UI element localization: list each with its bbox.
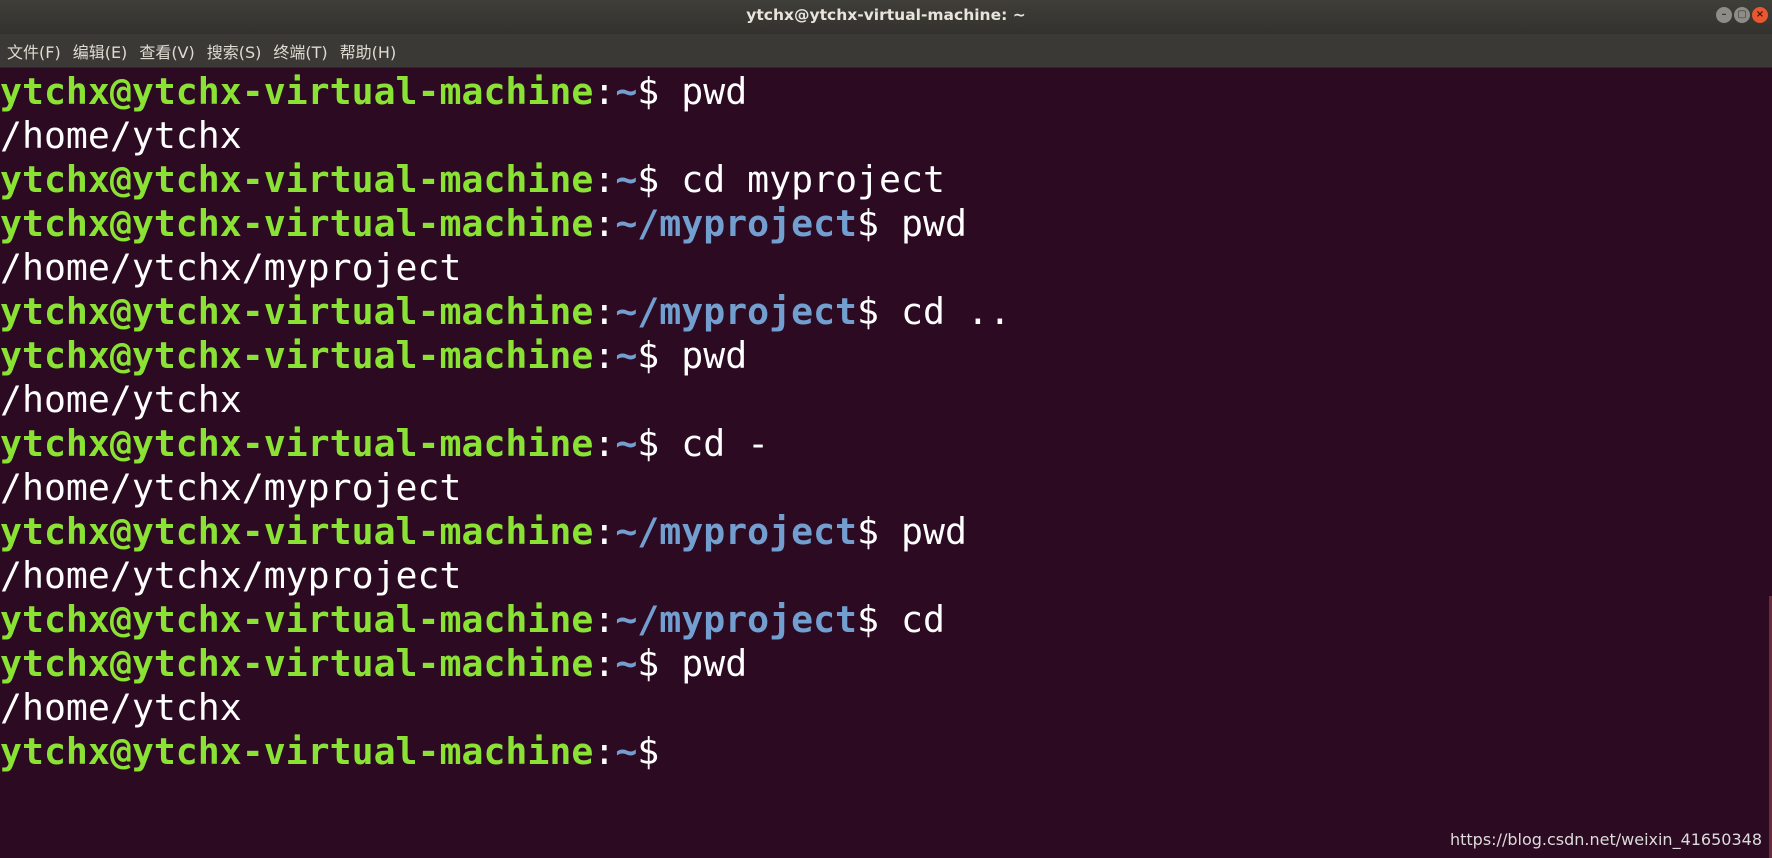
- prompt-line: ytchx@ytchx-virtual-machine:~$ pwd: [0, 642, 1772, 686]
- prompt-dollar: $: [637, 642, 682, 685]
- prompt-user-host: ytchx@ytchx-virtual-machine: [0, 334, 594, 377]
- menu-help[interactable]: 帮助(H): [340, 39, 397, 63]
- output-line: /home/ytchx: [0, 114, 242, 157]
- prompt-colon: :: [593, 70, 616, 113]
- command-text: pwd: [681, 334, 748, 377]
- prompt-dollar: $: [857, 290, 901, 333]
- prompt-line: ytchx@ytchx-virtual-machine:~$ cd -: [0, 422, 1772, 466]
- prompt-user-host: ytchx@ytchx-virtual-machine: [0, 290, 594, 333]
- prompt-user-host: ytchx@ytchx-virtual-machine: [0, 158, 594, 201]
- menu-bar: 文件(F) 编辑(E) 查看(V) 搜索(S) 终端(T) 帮助(H): [0, 34, 1772, 68]
- prompt-user-host: ytchx@ytchx-virtual-machine: [0, 422, 594, 465]
- prompt-path: ~: [615, 334, 638, 377]
- prompt-path: ~: [615, 70, 638, 113]
- prompt-dollar: $: [637, 730, 682, 773]
- menu-file[interactable]: 文件(F): [7, 39, 61, 63]
- watermark: https://blog.csdn.net/weixin_41650348: [1449, 830, 1762, 849]
- prompt-line: ytchx@ytchx-virtual-machine:~$ pwd: [0, 70, 1772, 114]
- prompt-colon: :: [593, 290, 616, 333]
- command-text: cd myproject: [681, 158, 945, 201]
- window-controls: – ▢ ×: [1716, 7, 1768, 23]
- prompt-path: ~/myproject: [615, 598, 858, 641]
- terminal-output[interactable]: ytchx@ytchx-virtual-machine:~$ pwd/home/…: [0, 68, 1772, 858]
- prompt-colon: :: [593, 202, 616, 245]
- prompt-colon: :: [593, 642, 616, 685]
- prompt-user-host: ytchx@ytchx-virtual-machine: [0, 642, 594, 685]
- prompt-line: ytchx@ytchx-virtual-machine:~/myproject$…: [0, 598, 1772, 642]
- prompt-colon: :: [593, 158, 616, 201]
- prompt-line: ytchx@ytchx-virtual-machine:~/myproject$…: [0, 202, 1772, 246]
- prompt-dollar: $: [857, 202, 901, 245]
- command-text: pwd: [901, 202, 967, 245]
- prompt-dollar: $: [637, 158, 682, 201]
- command-text: cd -: [681, 422, 770, 465]
- prompt-dollar: $: [637, 422, 682, 465]
- title-bar[interactable]: ytchx@ytchx-virtual-machine: ~ – ▢ ×: [0, 0, 1772, 34]
- prompt-path: ~: [615, 422, 638, 465]
- prompt-user-host: ytchx@ytchx-virtual-machine: [0, 202, 594, 245]
- prompt-user-host: ytchx@ytchx-virtual-machine: [0, 70, 594, 113]
- prompt-colon: :: [593, 730, 616, 773]
- output-line: /home/ytchx/myproject: [0, 466, 462, 509]
- prompt-dollar: $: [637, 70, 682, 113]
- prompt-path: ~: [615, 642, 638, 685]
- minimize-icon[interactable]: –: [1716, 7, 1732, 23]
- output-line: /home/ytchx: [0, 378, 242, 421]
- output-line: /home/ytchx/myproject: [0, 246, 462, 289]
- prompt-line: ytchx@ytchx-virtual-machine:~$ cd myproj…: [0, 158, 1772, 202]
- prompt-dollar: $: [857, 598, 901, 641]
- command-text: pwd: [681, 70, 748, 113]
- prompt-line: ytchx@ytchx-virtual-machine:~/myproject$…: [0, 290, 1772, 334]
- output-line: /home/ytchx: [0, 686, 242, 729]
- command-text: cd ..: [901, 290, 1011, 333]
- prompt-path: ~/myproject: [615, 202, 858, 245]
- prompt-line: ytchx@ytchx-virtual-machine:~$: [0, 730, 1772, 774]
- menu-search[interactable]: 搜索(S): [207, 39, 262, 63]
- prompt-path: ~/myproject: [615, 290, 858, 333]
- prompt-line: ytchx@ytchx-virtual-machine:~/myproject$…: [0, 510, 1772, 554]
- prompt-line: ytchx@ytchx-virtual-machine:~$ pwd: [0, 334, 1772, 378]
- menu-edit[interactable]: 编辑(E): [73, 39, 128, 63]
- maximize-icon[interactable]: ▢: [1734, 7, 1750, 23]
- menu-terminal[interactable]: 终端(T): [273, 39, 327, 63]
- prompt-colon: :: [593, 510, 616, 553]
- prompt-user-host: ytchx@ytchx-virtual-machine: [0, 510, 594, 553]
- prompt-path: ~/myproject: [615, 510, 858, 553]
- prompt-user-host: ytchx@ytchx-virtual-machine: [0, 730, 594, 773]
- command-text: cd: [901, 598, 945, 641]
- terminal-window: ytchx@ytchx-virtual-machine: ~ – ▢ × 文件(…: [0, 0, 1772, 858]
- close-icon[interactable]: ×: [1752, 7, 1768, 23]
- prompt-user-host: ytchx@ytchx-virtual-machine: [0, 598, 594, 641]
- prompt-path: ~: [615, 158, 638, 201]
- window-title: ytchx@ytchx-virtual-machine: ~: [746, 6, 1026, 24]
- command-text: pwd: [901, 510, 967, 553]
- prompt-colon: :: [593, 422, 616, 465]
- prompt-dollar: $: [857, 510, 901, 553]
- command-text: pwd: [681, 642, 748, 685]
- prompt-path: ~: [615, 730, 638, 773]
- prompt-dollar: $: [637, 334, 682, 377]
- output-line: /home/ytchx/myproject: [0, 554, 462, 597]
- prompt-colon: :: [593, 598, 616, 641]
- menu-view[interactable]: 查看(V): [139, 39, 194, 63]
- prompt-colon: :: [593, 334, 616, 377]
